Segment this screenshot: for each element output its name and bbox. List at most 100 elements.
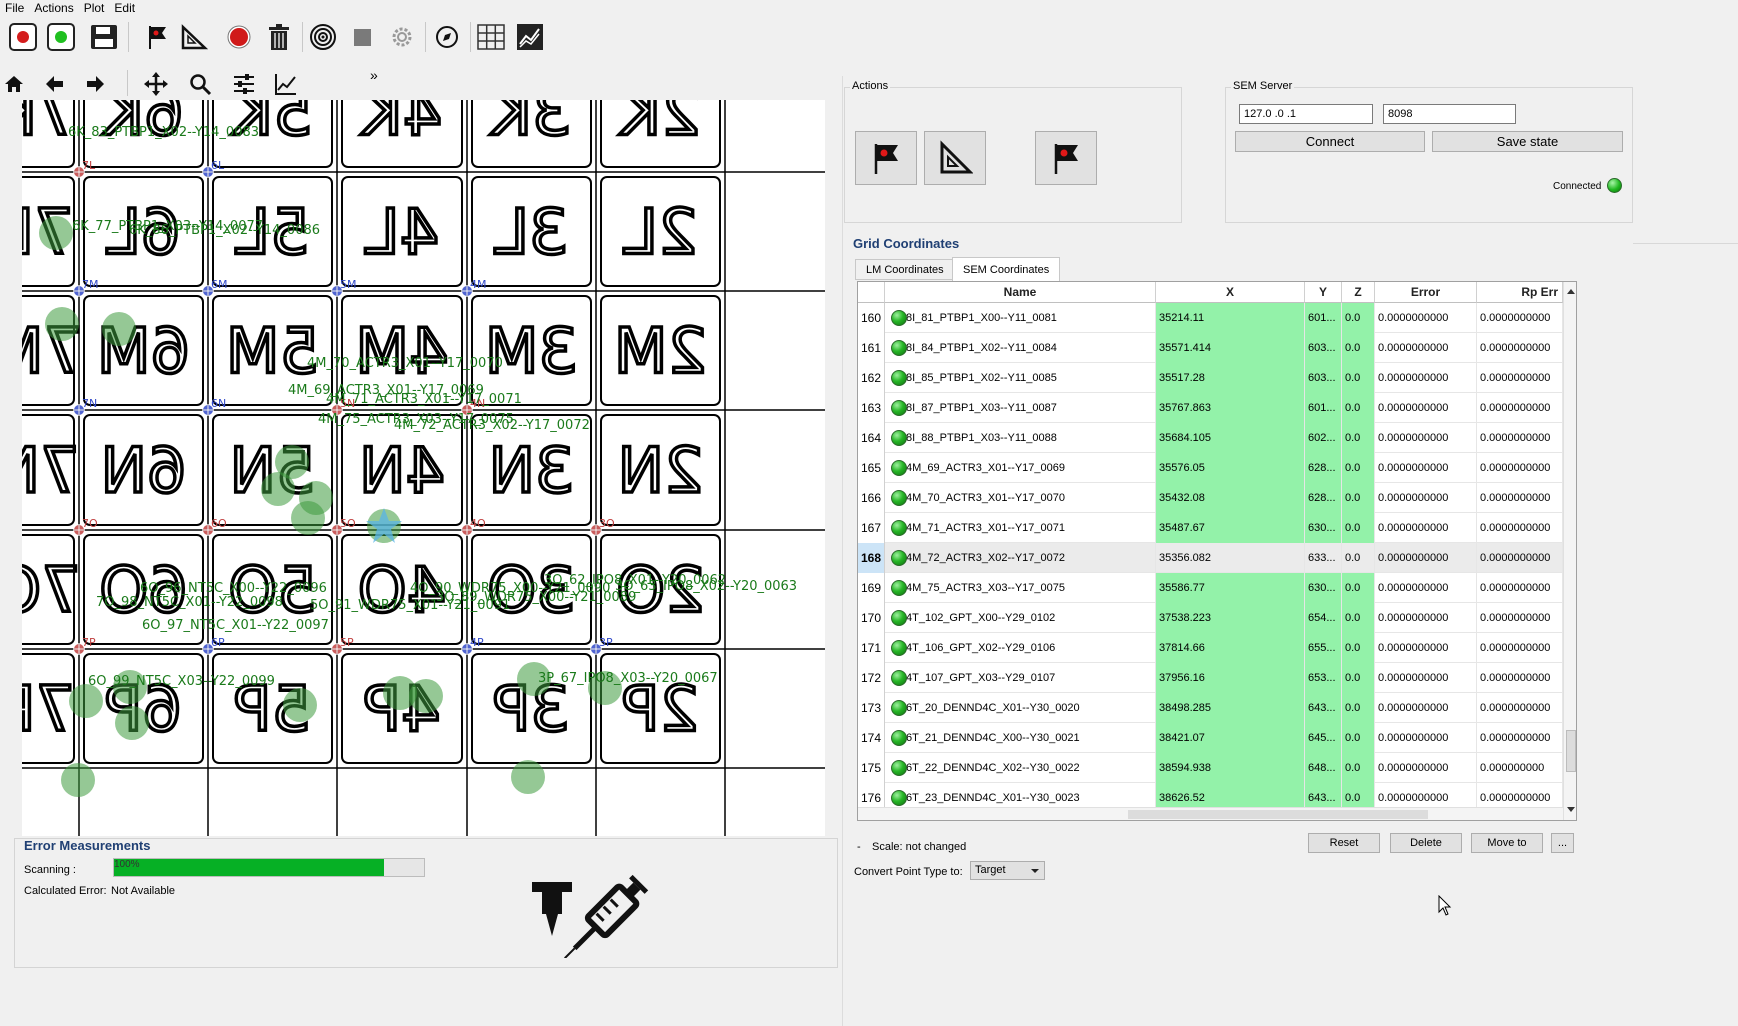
cell-e[interactable]: 0.0000000000 bbox=[1375, 723, 1477, 753]
cell-x[interactable]: 35432.08 bbox=[1156, 483, 1305, 513]
table-row[interactable]: 173 6T_20_DENND4C_X01--Y30_0020 38498.285 6… bbox=[858, 693, 1563, 723]
cell-name[interactable]: 6T_21_DENND4C_X00--Y30_0021 bbox=[885, 723, 1156, 753]
table-row[interactable]: 169 4M_75_ACTR3_X03--Y17_0075 35586.77 630.… bbox=[858, 573, 1563, 603]
cell-y[interactable]: 628... bbox=[1305, 483, 1342, 513]
cell-rp[interactable]: 0.0000000000 bbox=[1477, 543, 1563, 573]
cell-rp[interactable]: 0.000000000 bbox=[1477, 753, 1563, 783]
column-header-error[interactable]: Error bbox=[1375, 282, 1477, 303]
record-red-button[interactable] bbox=[6, 20, 40, 54]
table-row[interactable]: 171 4T_106_GPT_X02--Y29_0106 37814.66 655..… bbox=[858, 633, 1563, 663]
cell-e[interactable]: 0.0000000000 bbox=[1375, 633, 1477, 663]
cell-e[interactable]: 0.0000000000 bbox=[1375, 693, 1477, 723]
cell-x[interactable]: 35214.11 bbox=[1156, 303, 1305, 333]
cell-name[interactable]: 4T_106_GPT_X02--Y29_0106 bbox=[885, 633, 1156, 663]
tab-lm-coordinates[interactable]: LM Coordinates bbox=[855, 259, 955, 280]
configure-button[interactable] bbox=[230, 70, 258, 98]
cell-rp[interactable]: 0.0000000000 bbox=[1477, 693, 1563, 723]
cell-y[interactable]: 654... bbox=[1305, 603, 1342, 633]
cell-name[interactable]: 8I_85_PTBP1_X02--Y11_0085 bbox=[885, 363, 1156, 393]
sem-port-field[interactable]: 8098 bbox=[1383, 104, 1516, 124]
cell-y[interactable]: 628... bbox=[1305, 453, 1342, 483]
cell-name[interactable]: 6T_22_DENND4C_X02--Y30_0022 bbox=[885, 753, 1156, 783]
table-row[interactable]: 161 8I_84_PTBP1_X02--Y11_0084 35571.414 603… bbox=[858, 333, 1563, 363]
tab-sem-coordinates[interactable]: SEM Coordinates bbox=[952, 257, 1061, 281]
table-row[interactable]: 168 4M_72_ACTR3_X02--Y17_0072 35356.082 633… bbox=[858, 543, 1563, 573]
back-button[interactable] bbox=[40, 70, 68, 98]
grid-button[interactable] bbox=[474, 20, 508, 54]
delete-button[interactable]: Delete bbox=[1390, 833, 1462, 853]
cell-name[interactable]: 6T_20_DENND4C_X01--Y30_0020 bbox=[885, 693, 1156, 723]
record-green-button[interactable] bbox=[44, 20, 78, 54]
action-set-square-button[interactable] bbox=[924, 131, 986, 185]
cell-rp[interactable]: 0.0000000000 bbox=[1477, 363, 1563, 393]
stop-button[interactable] bbox=[345, 20, 379, 54]
cell-rp[interactable]: 0.0000000000 bbox=[1477, 483, 1563, 513]
cell-z[interactable]: 0.0 bbox=[1342, 723, 1375, 753]
cell-e[interactable]: 0.0000000000 bbox=[1375, 423, 1477, 453]
cell-z[interactable]: 0.0 bbox=[1342, 393, 1375, 423]
cell-x[interactable]: 35684.105 bbox=[1156, 423, 1305, 453]
cell-e[interactable]: 0.0000000000 bbox=[1375, 303, 1477, 333]
scroll-down-arrow-icon[interactable] bbox=[1564, 802, 1577, 816]
menu-actions[interactable]: Actions bbox=[29, 0, 78, 16]
measurement-point[interactable] bbox=[45, 307, 79, 341]
cell-y[interactable]: 630... bbox=[1305, 513, 1342, 543]
horizontal-scroll-thumb[interactable] bbox=[1128, 810, 1428, 819]
cell-y[interactable]: 645... bbox=[1305, 723, 1342, 753]
cell-name[interactable]: 4T_102_GPT_X00--Y29_0102 bbox=[885, 603, 1156, 633]
cell-name[interactable]: 8I_87_PTBP1_X03--Y11_0087 bbox=[885, 393, 1156, 423]
pan-button[interactable] bbox=[142, 70, 170, 98]
table-row[interactable]: 165 4M_69_ACTR3_X01--Y17_0069 35576.05 628.… bbox=[858, 453, 1563, 483]
cell-name[interactable]: 4M_69_ACTR3_X01--Y17_0069 bbox=[885, 453, 1156, 483]
cell-y[interactable]: 643... bbox=[1305, 693, 1342, 723]
panel-splitter[interactable] bbox=[842, 76, 843, 1026]
column-header-name[interactable]: Name bbox=[885, 282, 1156, 303]
cell-x[interactable]: 38594.938 bbox=[1156, 753, 1305, 783]
cell-z[interactable]: 0.0 bbox=[1342, 753, 1375, 783]
cell-e[interactable]: 0.0000000000 bbox=[1375, 603, 1477, 633]
cell-y[interactable]: 648... bbox=[1305, 753, 1342, 783]
scroll-up-arrow-icon[interactable] bbox=[1564, 284, 1577, 298]
cell-name[interactable]: 8I_88_PTBP1_X03--Y11_0088 bbox=[885, 423, 1156, 453]
cell-x[interactable]: 38421.07 bbox=[1156, 723, 1305, 753]
row-number[interactable]: 175 bbox=[858, 753, 885, 783]
cell-z[interactable]: 0.0 bbox=[1342, 483, 1375, 513]
row-number[interactable]: 163 bbox=[858, 393, 885, 423]
chart-button[interactable] bbox=[513, 20, 547, 54]
cell-x[interactable]: 35767.863 bbox=[1156, 393, 1305, 423]
table-horizontal-scrollbar[interactable] bbox=[858, 807, 1563, 820]
cell-y[interactable]: 601... bbox=[1305, 303, 1342, 333]
cell-name[interactable]: 4M_70_ACTR3_X01--Y17_0070 bbox=[885, 483, 1156, 513]
action-flag-button[interactable] bbox=[855, 131, 917, 185]
reset-button[interactable]: Reset bbox=[1308, 833, 1380, 853]
cell-e[interactable]: 0.0000000000 bbox=[1375, 453, 1477, 483]
cell-y[interactable]: 602... bbox=[1305, 423, 1342, 453]
row-number[interactable]: 170 bbox=[858, 603, 885, 633]
cell-x[interactable]: 37538.223 bbox=[1156, 603, 1305, 633]
menu-edit[interactable]: Edit bbox=[109, 0, 140, 16]
cell-e[interactable]: 0.0000000000 bbox=[1375, 663, 1477, 693]
column-header-x[interactable]: X bbox=[1156, 282, 1305, 303]
convert-point-type-select[interactable]: Target bbox=[970, 861, 1045, 880]
cell-y[interactable]: 653... bbox=[1305, 663, 1342, 693]
target-button[interactable] bbox=[306, 20, 340, 54]
table-row[interactable]: 162 8I_85_PTBP1_X02--Y11_0085 35517.28 603.… bbox=[858, 363, 1563, 393]
cell-y[interactable]: 603... bbox=[1305, 363, 1342, 393]
table-row[interactable]: 164 8I_88_PTBP1_X03--Y11_0088 35684.105 602… bbox=[858, 423, 1563, 453]
row-number[interactable]: 171 bbox=[858, 633, 885, 663]
cell-z[interactable]: 0.0 bbox=[1342, 453, 1375, 483]
save-button[interactable] bbox=[87, 20, 121, 54]
cell-x[interactable]: 35487.67 bbox=[1156, 513, 1305, 543]
cell-y[interactable]: 603... bbox=[1305, 333, 1342, 363]
cell-z[interactable]: 0.0 bbox=[1342, 543, 1375, 573]
forward-button[interactable] bbox=[82, 70, 110, 98]
measurement-point[interactable] bbox=[291, 501, 325, 535]
table-row[interactable]: 167 4M_71_ACTR3_X01--Y17_0071 35487.67 630.… bbox=[858, 513, 1563, 543]
table-row[interactable]: 172 4T_107_GPT_X03--Y29_0107 37956.16 653..… bbox=[858, 663, 1563, 693]
cell-rp[interactable]: 0.0000000000 bbox=[1477, 723, 1563, 753]
record-button[interactable] bbox=[222, 20, 256, 54]
row-number[interactable]: 167 bbox=[858, 513, 885, 543]
measurement-point[interactable] bbox=[69, 684, 103, 718]
compass-button[interactable] bbox=[430, 20, 464, 54]
column-header-z[interactable]: Z bbox=[1342, 282, 1375, 303]
